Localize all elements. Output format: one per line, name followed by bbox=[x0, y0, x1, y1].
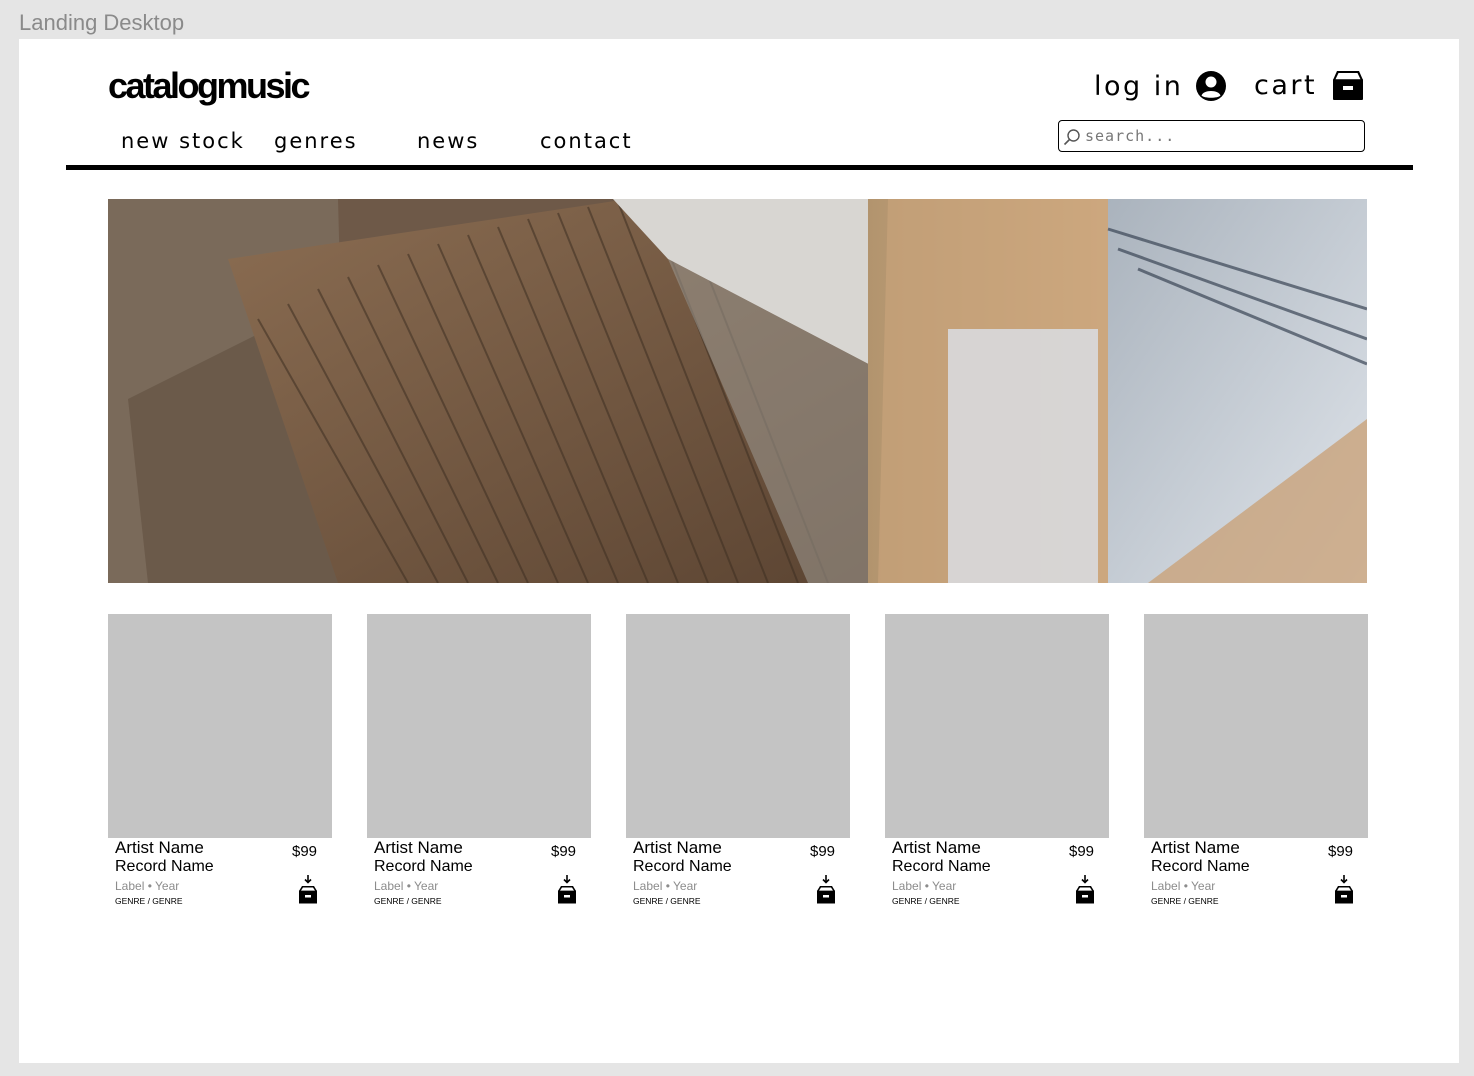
product-card[interactable]: Artist Name Record Name Label • Year GEN… bbox=[108, 614, 332, 914]
cart-button[interactable]: cart bbox=[1254, 67, 1365, 103]
frame-label: Landing Desktop bbox=[19, 10, 185, 35]
cart-label: cart bbox=[1254, 69, 1318, 101]
label-year: Label • Year bbox=[374, 879, 439, 893]
product-card[interactable]: Artist Name Record Name Label • Year GEN… bbox=[885, 614, 1109, 914]
record-crates-illustration bbox=[108, 199, 1367, 583]
price: $99 bbox=[551, 843, 577, 860]
genre-tags: GENRE / GENRE bbox=[892, 896, 960, 906]
login-label: log in bbox=[1094, 70, 1184, 102]
album-art-placeholder[interactable] bbox=[1144, 614, 1368, 838]
artist-name: Artist Name bbox=[374, 838, 463, 857]
label-year: Label • Year bbox=[633, 879, 698, 893]
price: $99 bbox=[1069, 843, 1095, 860]
search-box bbox=[1058, 120, 1365, 152]
record-name: Record Name bbox=[633, 858, 732, 875]
artist-name: Artist Name bbox=[115, 838, 204, 857]
genre-tags: GENRE / GENRE bbox=[1151, 896, 1219, 906]
record-name: Record Name bbox=[892, 858, 991, 875]
add-to-cart-icon bbox=[817, 875, 835, 904]
add-to-cart-button[interactable] bbox=[297, 874, 319, 906]
nav-contact[interactable]: contact bbox=[540, 129, 633, 153]
record-name: Record Name bbox=[1151, 858, 1250, 875]
artist-name: Artist Name bbox=[1151, 838, 1240, 857]
album-art-placeholder[interactable] bbox=[885, 614, 1109, 838]
product-card[interactable]: Artist Name Record Name Label • Year GEN… bbox=[626, 614, 850, 914]
genre-tags: GENRE / GENRE bbox=[633, 896, 701, 906]
price: $99 bbox=[1328, 843, 1354, 860]
price: $99 bbox=[292, 843, 318, 860]
add-to-cart-icon bbox=[558, 875, 576, 904]
nav-news[interactable]: news bbox=[417, 129, 479, 153]
add-to-cart-icon bbox=[299, 875, 317, 904]
hero-image bbox=[108, 199, 1367, 583]
label-year: Label • Year bbox=[115, 879, 180, 893]
price: $99 bbox=[810, 843, 836, 860]
add-to-cart-button[interactable] bbox=[1074, 874, 1096, 906]
add-to-cart-button[interactable] bbox=[556, 874, 578, 906]
login-button[interactable]: log in bbox=[1094, 69, 1227, 103]
album-art-placeholder[interactable] bbox=[367, 614, 591, 838]
artist-name: Artist Name bbox=[892, 838, 981, 857]
product-card[interactable]: Artist Name Record Name Label • Year GEN… bbox=[1144, 614, 1368, 914]
album-art-placeholder[interactable] bbox=[626, 614, 850, 838]
artist-name: Artist Name bbox=[633, 838, 722, 857]
label-year: Label • Year bbox=[892, 879, 957, 893]
search-icon bbox=[1063, 129, 1080, 146]
label-year: Label • Year bbox=[1151, 879, 1216, 893]
add-to-cart-button[interactable] bbox=[815, 874, 837, 906]
cart-box-icon bbox=[1333, 71, 1364, 100]
add-to-cart-button[interactable] bbox=[1333, 874, 1355, 906]
landing-page: catalogmusic log in cart new stock genre… bbox=[19, 39, 1459, 1063]
genre-tags: GENRE / GENRE bbox=[115, 896, 183, 906]
nav-new-stock[interactable]: new stock bbox=[121, 129, 245, 153]
album-art-placeholder[interactable] bbox=[108, 614, 332, 838]
genre-tags: GENRE / GENRE bbox=[374, 896, 442, 906]
record-name: Record Name bbox=[115, 858, 214, 875]
product-card[interactable]: Artist Name Record Name Label • Year GEN… bbox=[367, 614, 591, 914]
user-icon bbox=[1196, 71, 1227, 101]
add-to-cart-icon bbox=[1335, 875, 1353, 904]
search-input[interactable] bbox=[1085, 121, 1355, 151]
record-name: Record Name bbox=[374, 858, 473, 875]
logo[interactable]: catalogmusic bbox=[108, 65, 311, 107]
nav-genres[interactable]: genres bbox=[274, 129, 358, 153]
add-to-cart-icon bbox=[1076, 875, 1094, 904]
header-divider bbox=[66, 165, 1413, 170]
